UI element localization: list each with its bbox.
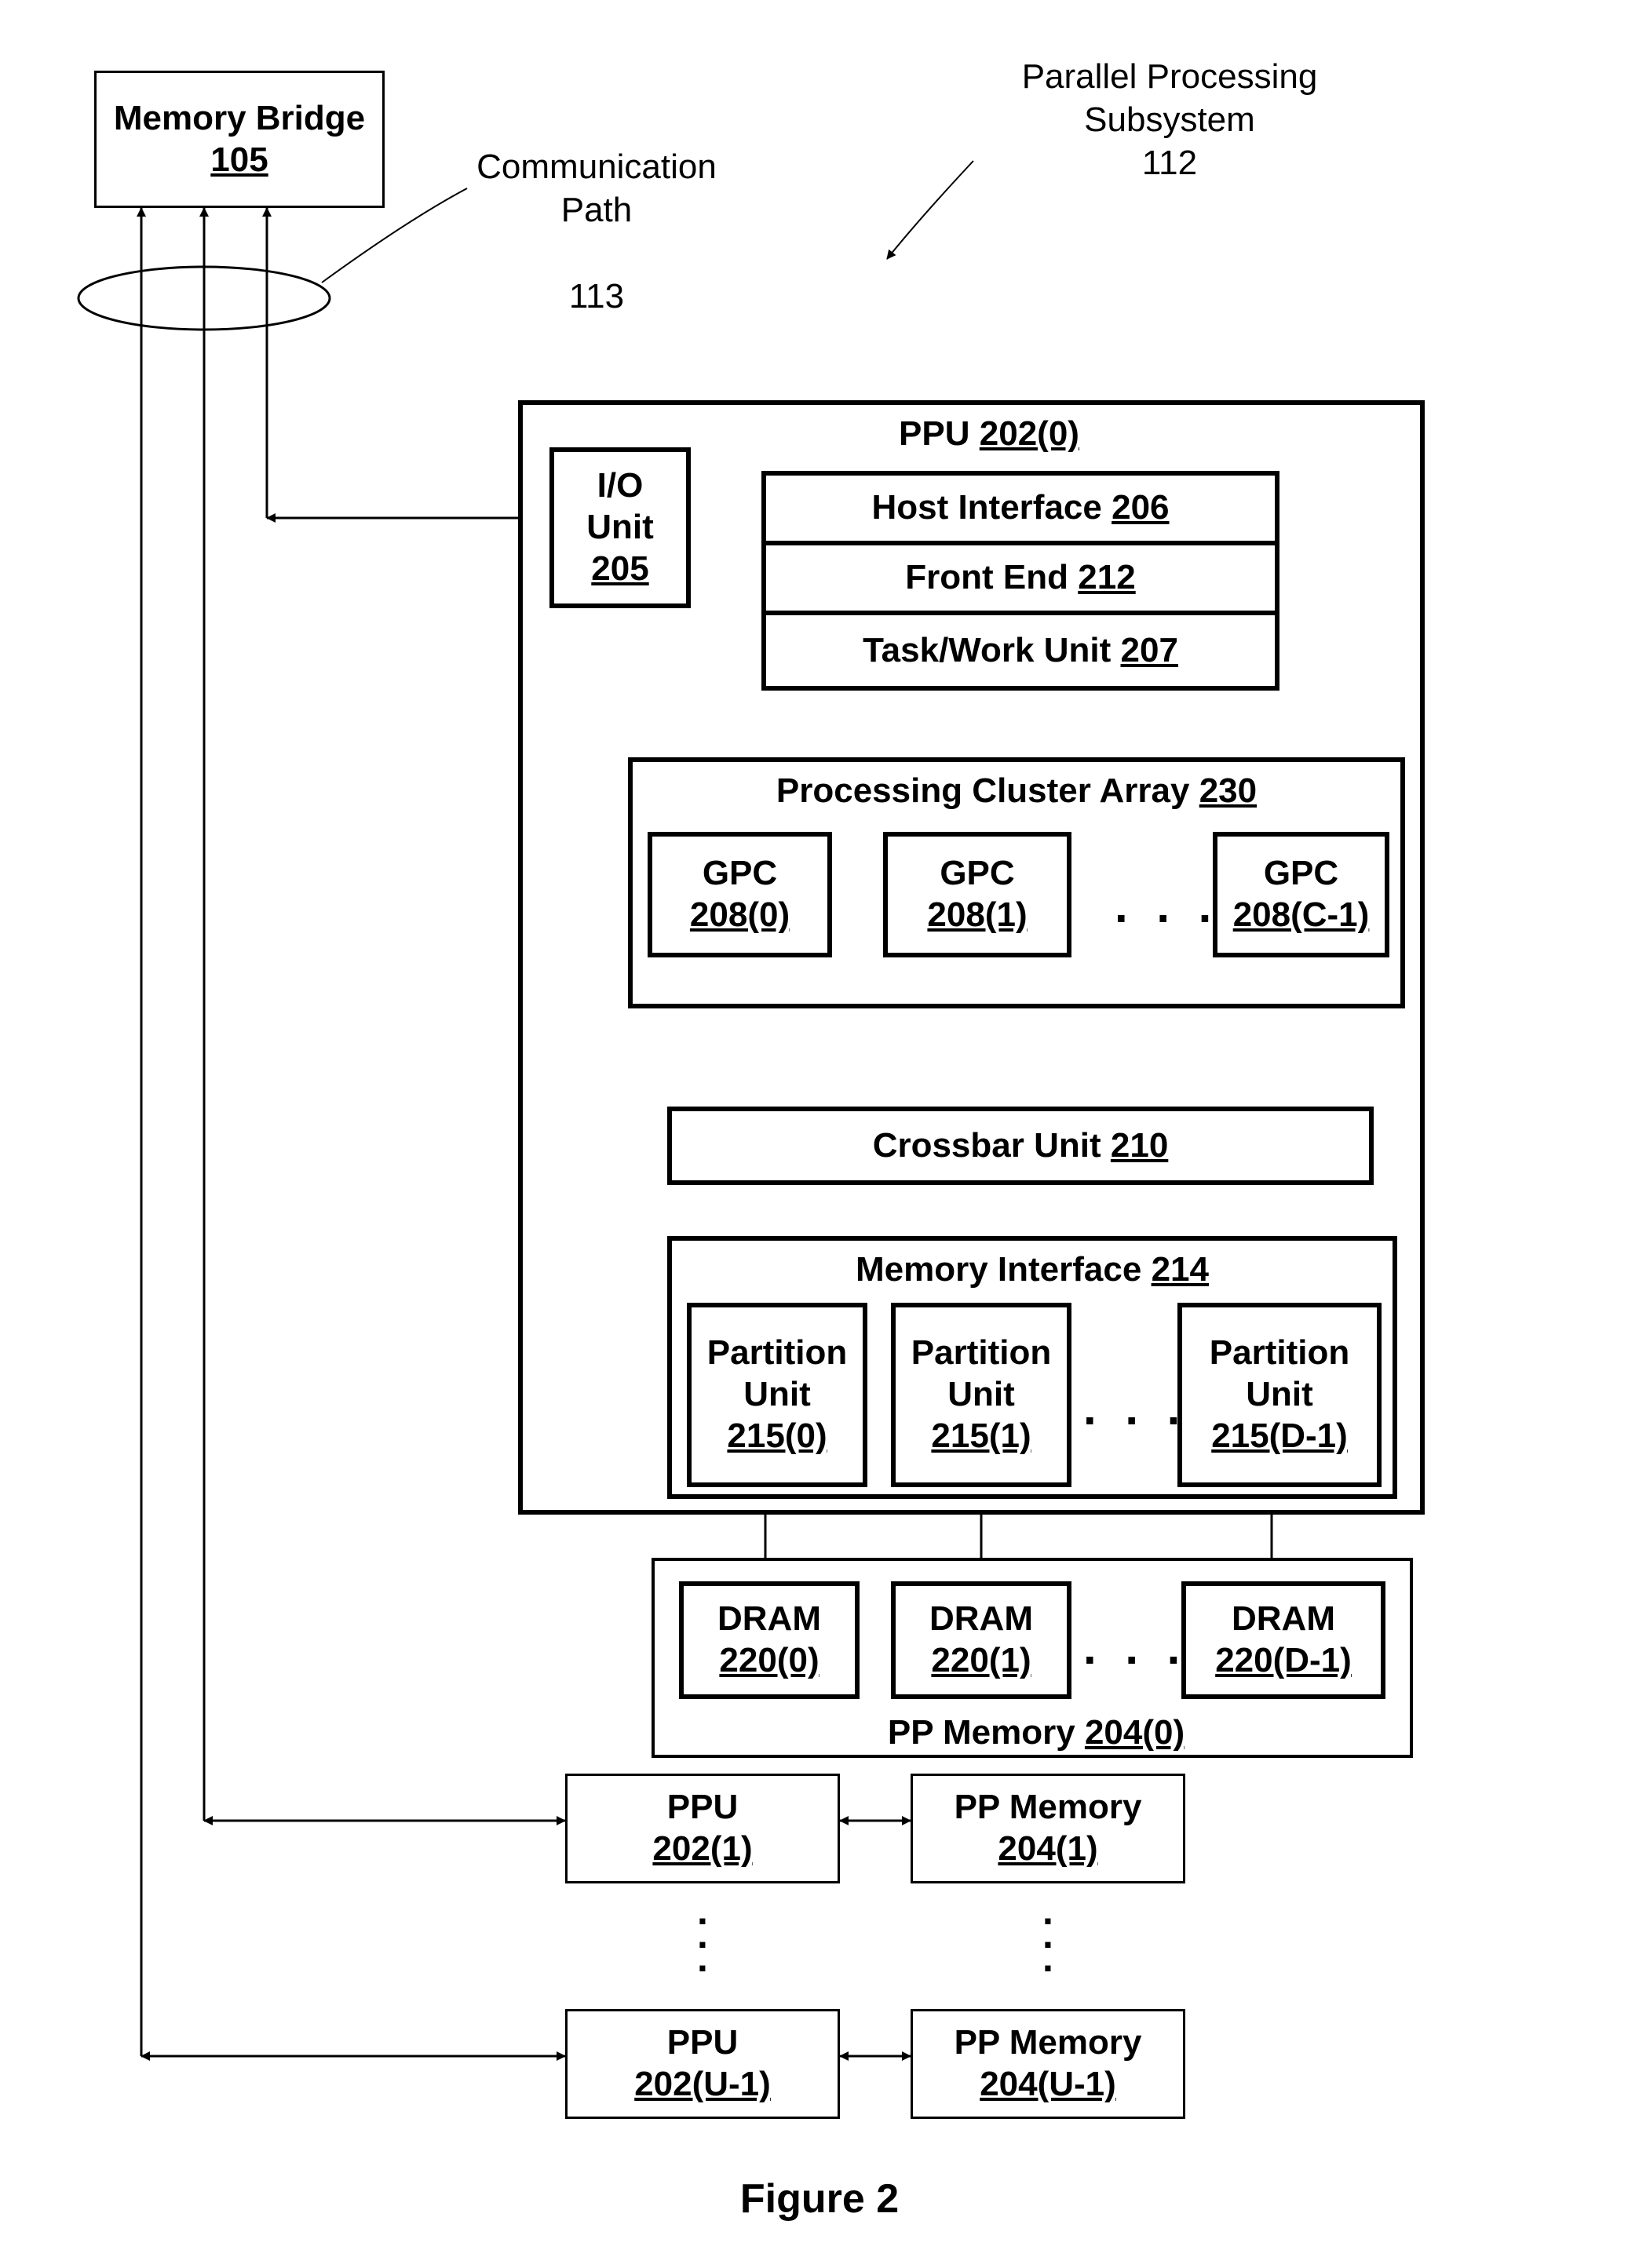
- pu-dots: . . .: [1083, 1381, 1188, 1435]
- host-interface-ref: 206: [1112, 488, 1169, 527]
- ppuU-box: PPU 202(U-1): [565, 2009, 840, 2119]
- subsystem-ref: 112: [1142, 144, 1197, 182]
- diagram-canvas: Memory Bridge 105 Communication Path 113…: [0, 0, 1639, 2268]
- ppmem1-box: PP Memory 204(1): [911, 1774, 1185, 1883]
- task-work-box: Task/Work Unit 207: [761, 611, 1279, 691]
- pu0-ref: 215(0): [727, 1416, 827, 1457]
- ppu0-ref: 202(0): [980, 414, 1079, 453]
- pca-ref: 230: [1199, 771, 1257, 810]
- front-end-ref: 212: [1078, 558, 1135, 596]
- ppu-vdots: ...: [695, 1899, 710, 1970]
- ppmem0-title: PP Memory 204(0): [785, 1711, 1287, 1754]
- front-end-name: Front End: [905, 558, 1068, 596]
- puD-box: Partition Unit 215(D-1): [1177, 1303, 1382, 1487]
- memif-name: Memory Interface: [856, 1250, 1141, 1289]
- ppuU-name: PPU: [667, 2022, 738, 2064]
- gpc1-box: GPC 208(1): [883, 832, 1071, 957]
- gpcC-ref: 208(C-1): [1233, 895, 1370, 936]
- ppmem1-ref: 204(1): [998, 1829, 1097, 1870]
- ppmemU-name: PP Memory: [955, 2022, 1142, 2064]
- ppu1-ref: 202(1): [652, 1829, 752, 1870]
- ppuU-ref: 202(U-1): [634, 2064, 771, 2106]
- subsystem-name: Parallel Processing Subsystem: [1022, 57, 1318, 139]
- dram1-ref: 220(1): [931, 1640, 1031, 1682]
- pu0-box: Partition Unit 215(0): [687, 1303, 867, 1487]
- dram-dots: . . .: [1083, 1621, 1188, 1675]
- ppu1-box: PPU 202(1): [565, 1774, 840, 1883]
- communication-path-label: Communication Path 113: [440, 102, 754, 318]
- subsystem-label: Parallel Processing Subsystem 112: [966, 55, 1374, 184]
- dram0-ref: 220(0): [719, 1640, 819, 1682]
- puD-ref: 215(D-1): [1211, 1416, 1348, 1457]
- io-unit-box: I/O Unit 205: [549, 447, 691, 608]
- dram1-box: DRAM 220(1): [891, 1581, 1071, 1699]
- gpc0-box: GPC 208(0): [648, 832, 832, 957]
- gpc1-ref: 208(1): [927, 895, 1027, 936]
- memif-ref: 214: [1152, 1250, 1209, 1289]
- host-interface-name: Host Interface: [871, 488, 1101, 527]
- ppu0-name: PPU: [899, 414, 969, 453]
- ppu0-title: PPU 202(0): [832, 412, 1146, 455]
- ppmemU-box: PP Memory 204(U-1): [911, 2009, 1185, 2119]
- pu1-ref: 215(1): [931, 1416, 1031, 1457]
- puD-name: Partition Unit: [1210, 1333, 1349, 1416]
- host-interface-box: Host Interface 206: [761, 471, 1279, 545]
- memory-bridge-box: Memory Bridge 105: [94, 71, 385, 208]
- gpc1-name: GPC: [940, 853, 1014, 895]
- gpcC-box: GPC 208(C-1): [1213, 832, 1389, 957]
- gpcC-name: GPC: [1264, 853, 1338, 895]
- pca-name: Processing Cluster Array: [776, 771, 1190, 810]
- io-unit-name: I/O Unit: [586, 465, 654, 549]
- memory-bridge-ref: 105: [210, 140, 268, 181]
- figure-caption: Figure 2: [0, 2174, 1639, 2225]
- ppu1-name: PPU: [667, 1787, 738, 1829]
- pu0-name: Partition Unit: [707, 1333, 847, 1416]
- gpc0-ref: 208(0): [690, 895, 790, 936]
- ppmem-vdots: ...: [1040, 1899, 1056, 1970]
- pca-title: Processing Cluster Array 230: [652, 769, 1382, 812]
- pu1-name: Partition Unit: [911, 1333, 1051, 1416]
- memory-bridge-label: Memory Bridge: [114, 98, 365, 140]
- io-unit-ref: 205: [591, 549, 648, 590]
- crossbar-name: Crossbar Unit: [873, 1126, 1101, 1165]
- communication-path-name: Communication Path: [476, 148, 717, 229]
- dramD-box: DRAM 220(D-1): [1181, 1581, 1385, 1699]
- gpc0-name: GPC: [703, 853, 777, 895]
- ppmem0-ref: 204(0): [1085, 1713, 1185, 1752]
- ppmem0-name: PP Memory: [888, 1713, 1075, 1752]
- pu1-box: Partition Unit 215(1): [891, 1303, 1071, 1487]
- dramD-name: DRAM: [1232, 1599, 1335, 1640]
- ppmemU-ref: 204(U-1): [980, 2064, 1116, 2106]
- ppmem1-name: PP Memory: [955, 1787, 1142, 1829]
- dramD-ref: 220(D-1): [1215, 1640, 1352, 1682]
- crossbar-ref: 210: [1111, 1126, 1168, 1165]
- front-end-box: Front End 212: [761, 541, 1279, 615]
- dram0-box: DRAM 220(0): [679, 1581, 860, 1699]
- communication-path-ref: 113: [569, 277, 624, 315]
- gpc-dots: . . .: [1115, 879, 1219, 933]
- crossbar-box: Crossbar Unit 210: [667, 1107, 1374, 1185]
- dram0-name: DRAM: [717, 1599, 821, 1640]
- dram1-name: DRAM: [929, 1599, 1033, 1640]
- memif-title: Memory Interface 214: [683, 1248, 1382, 1291]
- task-work-ref: 207: [1121, 631, 1178, 669]
- task-work-name: Task/Work Unit: [863, 631, 1111, 669]
